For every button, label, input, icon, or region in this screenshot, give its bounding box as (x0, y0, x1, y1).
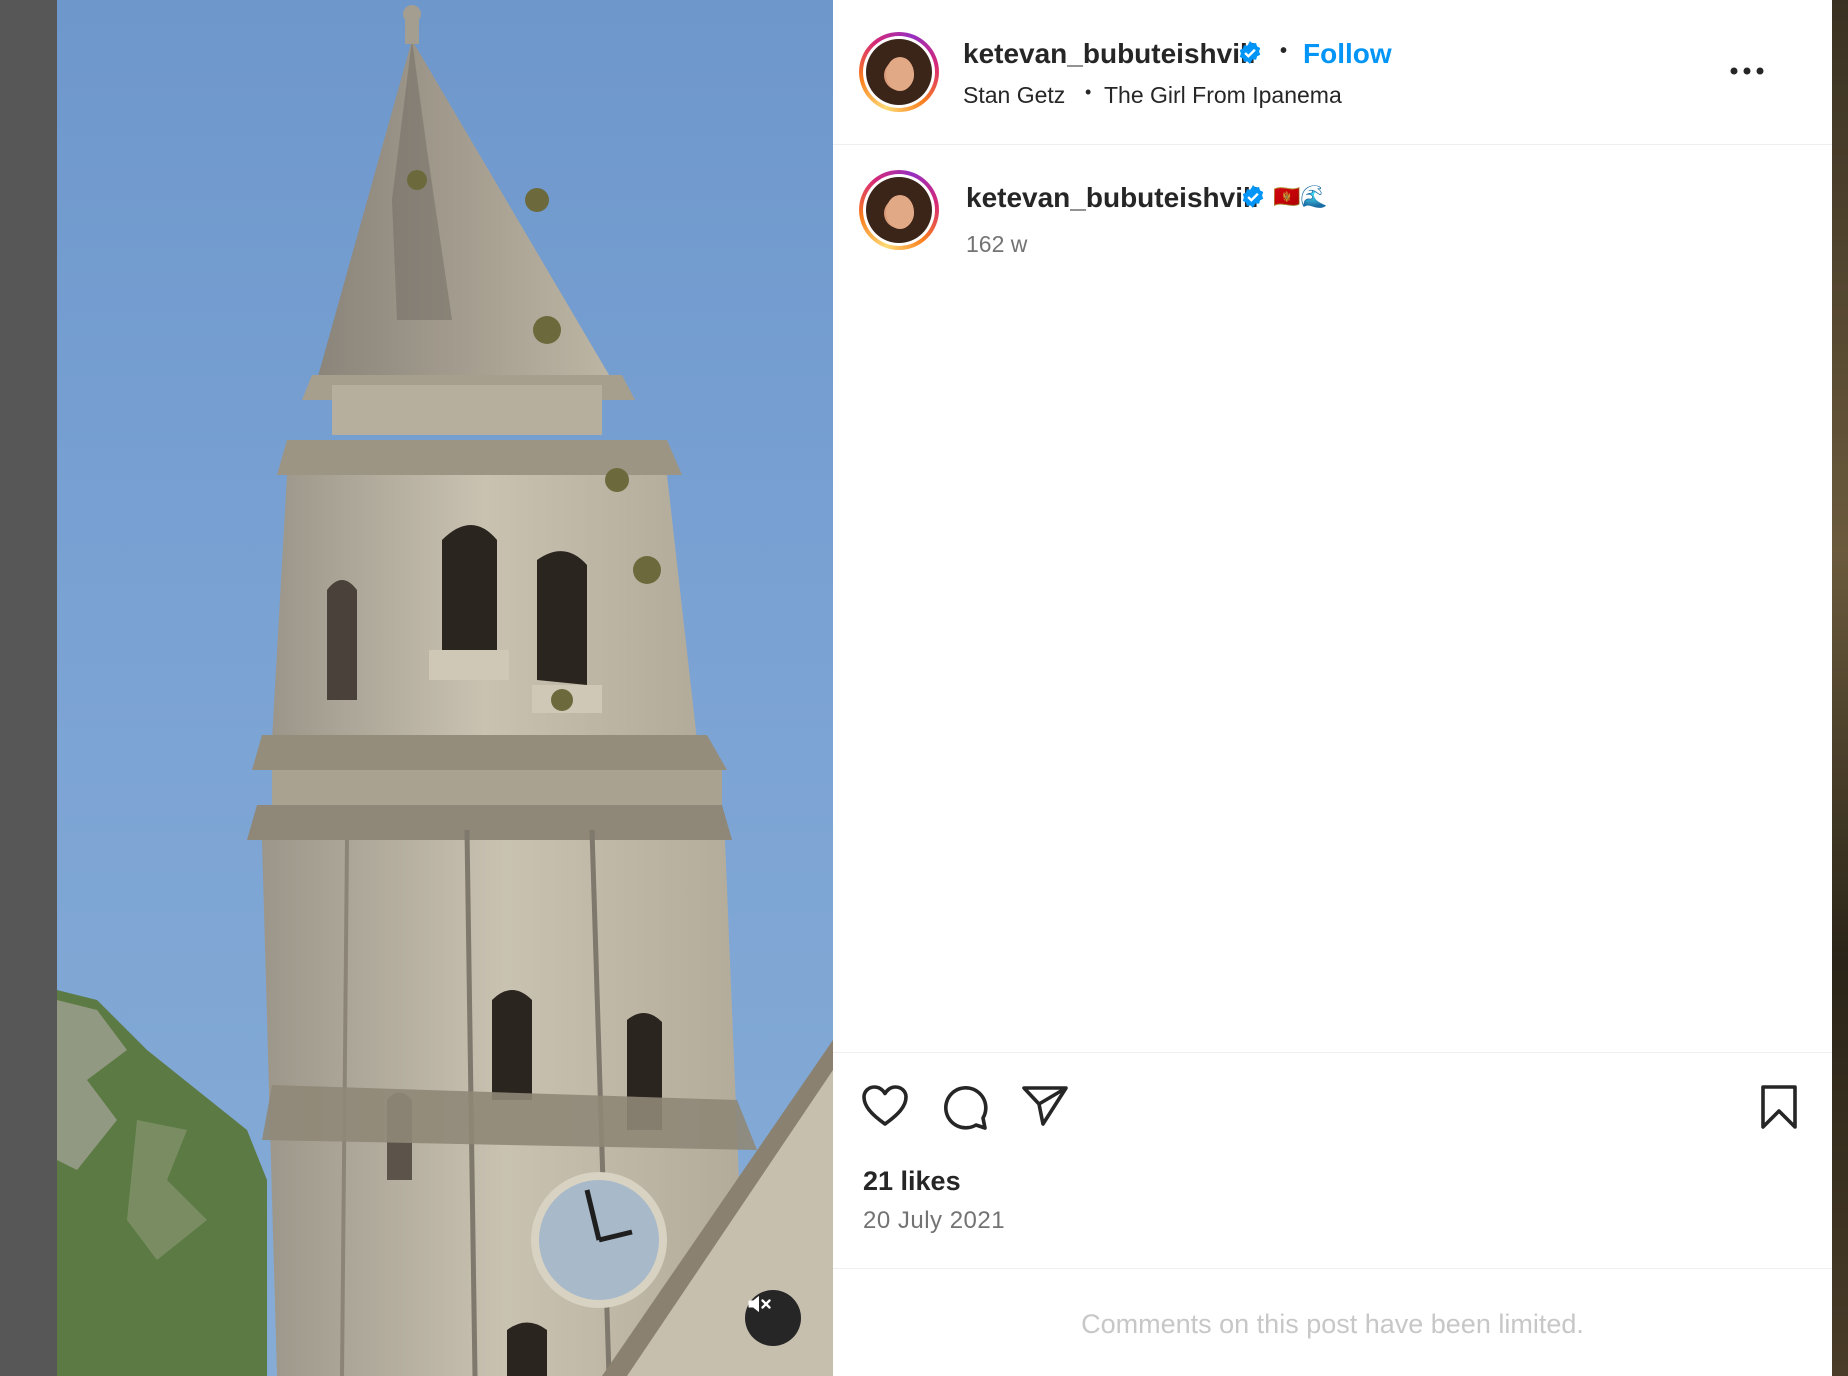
header-username[interactable]: ketevan_bubuteishvili (963, 38, 1256, 70)
caption-avatar[interactable] (859, 170, 939, 250)
post-modal: ketevan_bubuteishvili • Follow Stan Getz… (57, 0, 1832, 1376)
avatar-photo (866, 177, 932, 243)
comment-icon (944, 1086, 988, 1130)
verified-badge-icon (1242, 185, 1264, 208)
heart-icon (862, 1085, 908, 1126)
audio-title-link[interactable]: The Girl From Ipanema (1104, 82, 1342, 109)
author-avatar[interactable] (859, 32, 939, 112)
paper-plane-icon (1022, 1086, 1068, 1126)
audio-separator: • (1085, 82, 1092, 102)
like-button[interactable] (861, 1084, 909, 1133)
avatar-photo (866, 39, 932, 105)
caption-text: 🇲🇪🌊 (1273, 184, 1328, 209)
post-header: ketevan_bubuteishvili • Follow Stan Getz… (833, 0, 1832, 145)
comments-section: Comments on this post have been limited. (833, 1268, 1832, 1376)
more-options-icon (1730, 67, 1764, 75)
share-button[interactable] (1021, 1084, 1069, 1133)
actions-divider (833, 1052, 1832, 1053)
more-options-button[interactable] (1727, 56, 1767, 86)
audio-artist-link[interactable]: Stan Getz (963, 82, 1065, 109)
save-button[interactable] (1759, 1084, 1799, 1135)
overlay-backdrop[interactable] (0, 0, 57, 1376)
post-side-panel: ketevan_bubuteishvili • Follow Stan Getz… (833, 0, 1832, 1376)
background-post-peek (1832, 0, 1848, 1376)
verified-badge-icon (1239, 41, 1261, 64)
comments-limited-notice: Comments on this post have been limited. (1081, 1309, 1584, 1339)
caption-username[interactable]: ketevan_bubuteishvili (966, 182, 1259, 214)
header-separator: • (1280, 40, 1288, 62)
post-date[interactable]: 20 July 2021 (863, 1207, 1005, 1235)
speaker-muted-icon (748, 1295, 771, 1313)
post-video[interactable] (57, 0, 833, 1376)
bookmark-icon (1761, 1085, 1797, 1129)
follow-button[interactable]: Follow (1303, 38, 1392, 70)
likes-count[interactable]: 21 likes (863, 1166, 961, 1197)
mute-toggle-button[interactable] (745, 1290, 801, 1346)
bell-tower-illustration (57, 5, 833, 1376)
caption-timestamp[interactable]: 162 w (966, 231, 1027, 258)
comment-button[interactable] (941, 1084, 989, 1137)
